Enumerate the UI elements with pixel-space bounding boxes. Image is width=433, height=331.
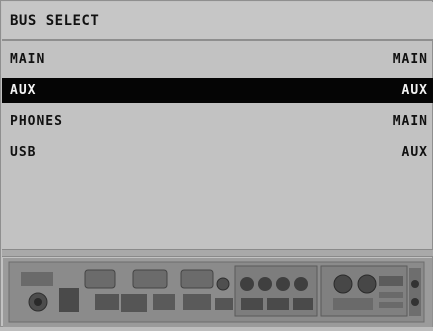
row-value: MAIN [392,52,428,67]
bus-row-aux[interactable]: AUX AUX [2,78,433,103]
row-value: AUX [401,145,428,160]
row-value: MAIN [392,114,428,129]
row-value: AUX [401,83,428,98]
bus-row-usb[interactable]: USB AUX [2,140,433,165]
title-bar: BUS SELECT [2,2,433,41]
bus-select-screen: BUS SELECT MAIN MAIN AUX AUX PHONES MAIN… [0,0,433,327]
row-label: USB [10,145,37,160]
row-label: AUX [10,83,37,98]
bus-row-main[interactable]: MAIN MAIN [2,47,433,72]
rear-panel-graphic [3,258,432,327]
row-label: PHONES [10,114,63,129]
bus-row-phones[interactable]: PHONES MAIN [2,109,433,134]
bus-list: MAIN MAIN AUX AUX PHONES MAIN USB AUX [2,47,433,171]
page-title: BUS SELECT [10,13,100,29]
row-label: MAIN [10,52,46,67]
rear-panel-image [3,258,432,327]
panel-divider [2,249,433,257]
